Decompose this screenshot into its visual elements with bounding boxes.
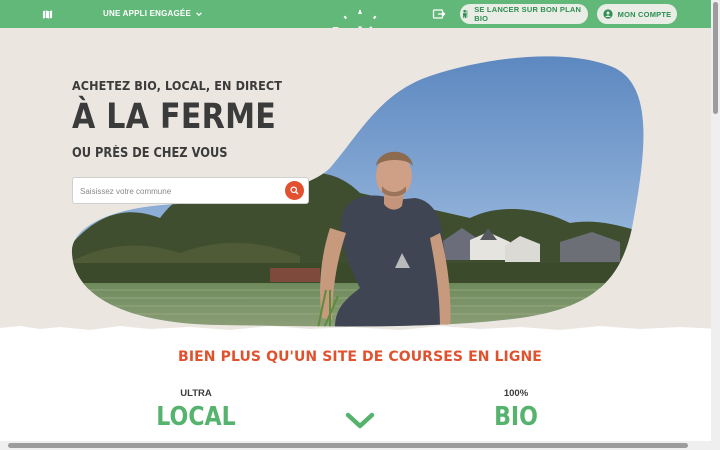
appli-engagee-label: UNE APPLI ENGAGÉE	[103, 9, 192, 18]
chevron-down-icon	[196, 11, 202, 16]
hero-headline: À LA FERME	[72, 97, 277, 137]
feature-bio-small: 100%	[503, 388, 529, 399]
feature-local-big: LOCAL	[156, 402, 236, 432]
bon-plan-bio-button[interactable]: SE LANCER SUR BON PLAN BIO	[460, 4, 588, 24]
feature-bio-big: BIO	[494, 402, 538, 432]
horizontal-scrollbar-thumb[interactable]	[8, 443, 688, 448]
hero-subhead: OU PRÈS DE CHEZ VOUS	[72, 146, 228, 161]
search-button[interactable]	[285, 181, 304, 200]
commune-search	[72, 177, 309, 204]
hero-kicker: ACHETEZ BIO, LOCAL, EN DIRECT	[72, 78, 282, 93]
commune-search-input[interactable]	[80, 182, 280, 200]
cart-exit-icon[interactable]	[432, 7, 446, 21]
vertical-scrollbar-thumb[interactable]	[713, 2, 718, 114]
search-icon	[290, 186, 299, 195]
chevron-down-icon[interactable]	[344, 411, 376, 431]
feature-local-small: ULTRA	[180, 388, 212, 399]
appli-engagee-menu[interactable]: UNE APPLI ENGAGÉE	[103, 9, 203, 18]
user-icon	[603, 9, 613, 19]
mon-compte-label: MON COMPTE	[617, 9, 672, 19]
map-icon[interactable]	[40, 7, 54, 21]
hero-section: ACHETEZ BIO, LOCAL, EN DIRECT À LA FERME…	[0, 28, 720, 333]
mon-compte-button[interactable]: MON COMPTE	[597, 4, 677, 24]
farmer-icon	[462, 9, 468, 19]
bon-plan-bio-label: SE LANCER SUR BON PLAN BIO	[474, 5, 582, 23]
section-title: BIEN PLUS QU'UN SITE DE COURSES EN LIGNE	[178, 349, 542, 365]
